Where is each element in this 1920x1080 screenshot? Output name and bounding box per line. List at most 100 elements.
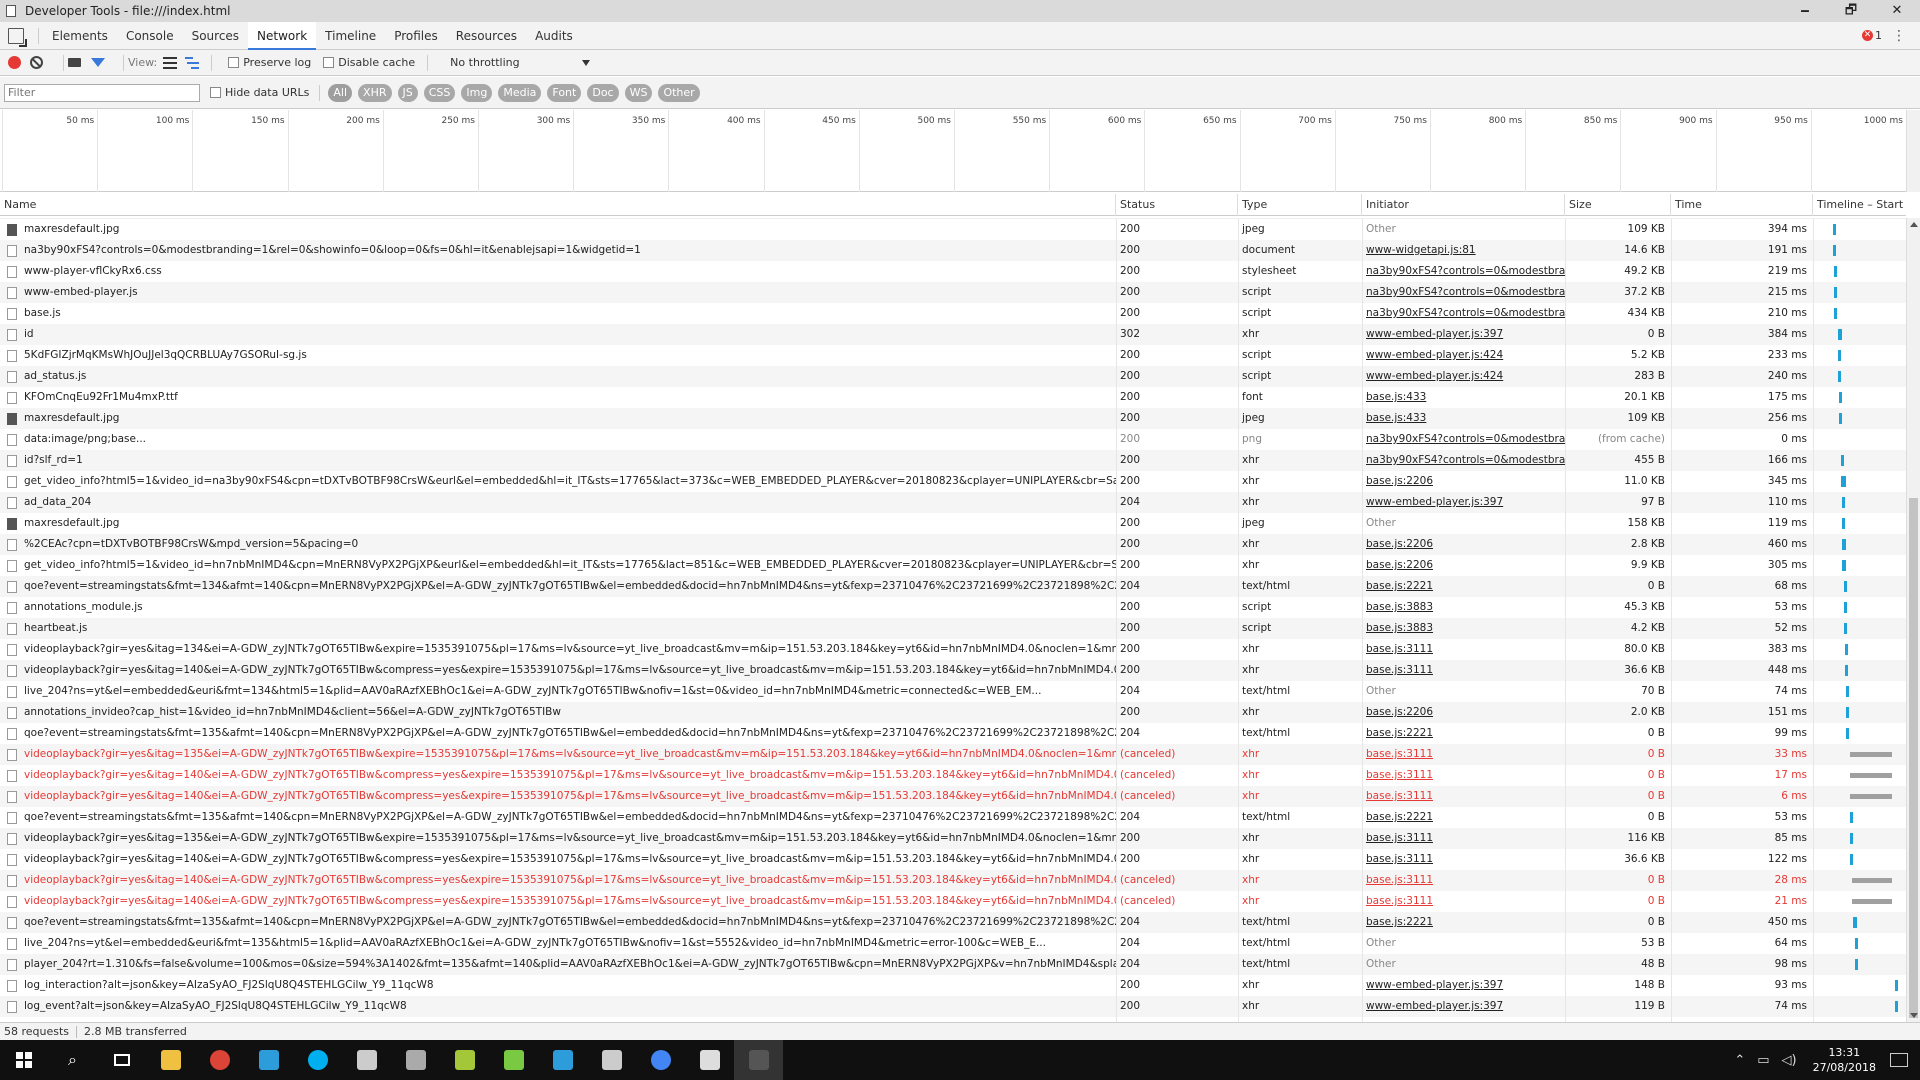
clear-button[interactable] [30, 56, 43, 69]
cell-name[interactable]: videoplayback?gir=yes&itag=134&ei=A-GDW_… [0, 639, 1116, 660]
cell-name[interactable]: videoplayback?gir=yes&itag=140&ei=A-GDW_… [0, 765, 1116, 786]
requests-scrollbar[interactable] [1906, 218, 1920, 1022]
large-rows-icon[interactable] [163, 56, 178, 69]
column-header-time[interactable]: Time [1671, 194, 1813, 216]
initiator-link[interactable]: www-embed-player.js:424 [1366, 349, 1503, 361]
table-row[interactable]: ad_status.js 200 script www-embed-player.js… [0, 366, 1906, 387]
initiator-link[interactable]: base.js:433 [1366, 391, 1426, 403]
filter-type-img[interactable]: Img [461, 83, 493, 102]
cell-name[interactable]: %2CEAc?cpn=tDXTvBOTBF98CrsW&mpd_version=… [0, 534, 1116, 555]
cell-name[interactable]: qoe?event=streamingstats&fmt=135&afmt=14… [0, 723, 1116, 744]
table-row[interactable]: annotations_module.js 200 script base.js:38… [0, 597, 1906, 618]
cell-name[interactable]: get_video_info?html5=1&video_id=hn7nbMnI… [0, 555, 1116, 576]
taskbar-app[interactable] [391, 1040, 440, 1080]
column-header-size[interactable]: Size [1565, 194, 1671, 216]
disable-cache-checkbox[interactable]: Disable cache [323, 56, 415, 69]
taskbar-app[interactable] [636, 1040, 685, 1080]
table-row[interactable]: id 302 xhr www-embed-player.js:397 0 B 384 ms [0, 324, 1906, 345]
table-row[interactable]: maxresdefault.jpg 200 jpeg Other 109 KB 394 m… [0, 219, 1906, 240]
cell-name[interactable]: qoe?event=streamingstats&fmt=134&afmt=14… [0, 576, 1116, 597]
initiator-link[interactable]: base.js:2221 [1366, 811, 1433, 823]
initiator-link[interactable]: www-embed-player.js:397 [1366, 979, 1503, 991]
initiator-link[interactable]: base.js:2206 [1366, 538, 1433, 550]
cell-name[interactable]: www-player-vflCkyRx6.css [0, 261, 1116, 282]
taskbar-app[interactable] [293, 1040, 342, 1080]
scroll-up-icon[interactable] [1910, 222, 1918, 227]
column-header-status[interactable]: Status [1116, 194, 1238, 216]
table-row[interactable]: videoplayback?gir=yes&itag=140&ei=A-GDW_… [0, 660, 1906, 681]
initiator-link[interactable]: na3by90xFS4?controls=0&modestbra... [1366, 265, 1565, 277]
initiator-link[interactable]: base.js:2206 [1366, 559, 1433, 571]
cell-name[interactable]: videoplayback?gir=yes&itag=140&ei=A-GDW_… [0, 660, 1116, 681]
hide-data-urls-checkbox[interactable]: Hide data URLs [210, 86, 309, 99]
table-row[interactable]: videoplayback?gir=yes&itag=140&ei=A-GDW_… [0, 891, 1906, 912]
cell-name[interactable]: player_204?rt=1.310&fs=false&volume=100&… [0, 954, 1116, 975]
initiator-link[interactable]: base.js:3111 [1366, 643, 1433, 655]
initiator-link[interactable]: base.js:3111 [1366, 853, 1433, 865]
filter-type-other[interactable]: Other [658, 83, 700, 102]
cell-name[interactable]: annotations_invideo?cap_hist=1&video_id=… [0, 702, 1116, 723]
initiator-link[interactable]: www-embed-player.js:397 [1366, 328, 1503, 340]
table-row[interactable]: id?slf_rd=1 200 xhr na3by90xFS4?controls=0&… [0, 450, 1906, 471]
timeline-overview[interactable]: 50 ms 100 ms 150 ms 200 ms 250 ms 300 ms 350 m… [0, 110, 1906, 192]
clock[interactable]: 13:31 27/08/2018 [1813, 1045, 1876, 1075]
taskbar-app[interactable] [195, 1040, 244, 1080]
cell-name[interactable]: www-embed-player.js [0, 282, 1116, 303]
cell-name[interactable]: heartbeat.js [0, 618, 1116, 639]
inspect-element-icon[interactable] [8, 27, 24, 44]
tab-sources[interactable]: Sources [183, 22, 248, 50]
initiator-link[interactable]: www-widgetapi.js:81 [1366, 244, 1476, 256]
tab-resources[interactable]: Resources [447, 22, 526, 50]
initiator-link[interactable]: na3by90xFS4?controls=0&modestbra... [1366, 454, 1565, 466]
cell-name[interactable]: videoplayback?gir=yes&itag=135&ei=A-GDW_… [0, 744, 1116, 765]
initiator-link[interactable]: base.js:3111 [1366, 895, 1433, 907]
taskbar-app[interactable] [489, 1040, 538, 1080]
cell-name[interactable]: log_interaction?alt=json&key=AIzaSyAO_FJ… [0, 975, 1116, 996]
error-counter[interactable]: ✕ 1 [1862, 29, 1882, 42]
initiator-link[interactable]: na3by90xFS4?controls=0&modestbra... [1366, 433, 1565, 445]
table-row[interactable]: www-embed-player.js 200 script na3by90xFS4?… [0, 282, 1906, 303]
cell-name[interactable]: qoe?event=streamingstats&fmt=135&afmt=14… [0, 912, 1116, 933]
table-row[interactable]: videoplayback?gir=yes&itag=140&ei=A-GDW_… [0, 786, 1906, 807]
table-row[interactable]: na3by90xFS4?controls=0&modestbranding=1&… [0, 240, 1906, 261]
filter-type-font[interactable]: Font [547, 83, 582, 102]
tab-audits[interactable]: Audits [526, 22, 582, 50]
table-row[interactable]: log_interaction?alt=json&key=AIzaSyAO_FJ… [0, 975, 1906, 996]
table-row[interactable]: 5KdFGIZjrMqKMsWhJOuJJel3qQCRBLUAy7GSORuI… [0, 345, 1906, 366]
notifications-icon[interactable] [1890, 1053, 1908, 1067]
column-header-type[interactable]: Type [1238, 194, 1362, 216]
table-row[interactable]: KFOmCnqEu92Fr1Mu4mxP.ttf 200 font base.js:4… [0, 387, 1906, 408]
table-row[interactable]: maxresdefault.jpg 200 jpeg Other 158 KB 119 m… [0, 513, 1906, 534]
taskbar-app[interactable] [734, 1040, 783, 1080]
initiator-link[interactable]: base.js:3883 [1366, 622, 1433, 634]
table-row[interactable]: videoplayback?gir=yes&itag=135&ei=A-GDW_… [0, 828, 1906, 849]
cell-name[interactable]: id [0, 324, 1116, 345]
task-view-button[interactable] [97, 1040, 146, 1080]
taskbar-app[interactable] [440, 1040, 489, 1080]
table-row[interactable]: data:image/png;base... 200 png na3by90xFS4?… [0, 429, 1906, 450]
cell-name[interactable]: log_event?alt=json&key=AIzaSyAO_FJ2SlqU8… [0, 996, 1116, 1017]
initiator-link[interactable]: www-embed-player.js:424 [1366, 370, 1503, 382]
minimize-button[interactable]: 🗕 [1782, 0, 1828, 22]
cell-name[interactable]: annotations_module.js [0, 597, 1116, 618]
initiator-link[interactable]: www-embed-player.js:397 [1366, 1000, 1503, 1012]
capture-screenshots-icon[interactable] [68, 58, 81, 67]
overview-scrollbar[interactable] [1906, 110, 1920, 192]
scroll-down-icon[interactable] [1910, 1013, 1918, 1018]
cell-name[interactable]: videoplayback?gir=yes&itag=135&ei=A-GDW_… [0, 828, 1116, 849]
cell-name[interactable]: KFOmCnqEu92Fr1Mu4mxP.ttf [0, 387, 1116, 408]
cell-name[interactable]: maxresdefault.jpg [0, 513, 1116, 534]
taskbar-app[interactable] [342, 1040, 391, 1080]
initiator-link[interactable]: base.js:2206 [1366, 706, 1433, 718]
cell-name[interactable]: videoplayback?gir=yes&itag=140&ei=A-GDW_… [0, 891, 1116, 912]
initiator-link[interactable]: base.js:3883 [1366, 601, 1433, 613]
start-button[interactable] [0, 1040, 48, 1080]
taskbar-app[interactable] [587, 1040, 636, 1080]
cell-name[interactable]: get_video_info?html5=1&video_id=na3by90x… [0, 471, 1116, 492]
initiator-link[interactable]: www-embed-player.js:397 [1366, 496, 1503, 508]
cell-name[interactable]: maxresdefault.jpg [0, 219, 1116, 240]
initiator-link[interactable]: base.js:3111 [1366, 832, 1433, 844]
cell-name[interactable]: live_204?ns=yt&el=embedded&euri&fmt=135&… [0, 933, 1116, 954]
table-row[interactable]: ad_data_204 204 xhr www-embed-player.js:397… [0, 492, 1906, 513]
table-row[interactable]: annotations_invideo?cap_hist=1&video_id=… [0, 702, 1906, 723]
